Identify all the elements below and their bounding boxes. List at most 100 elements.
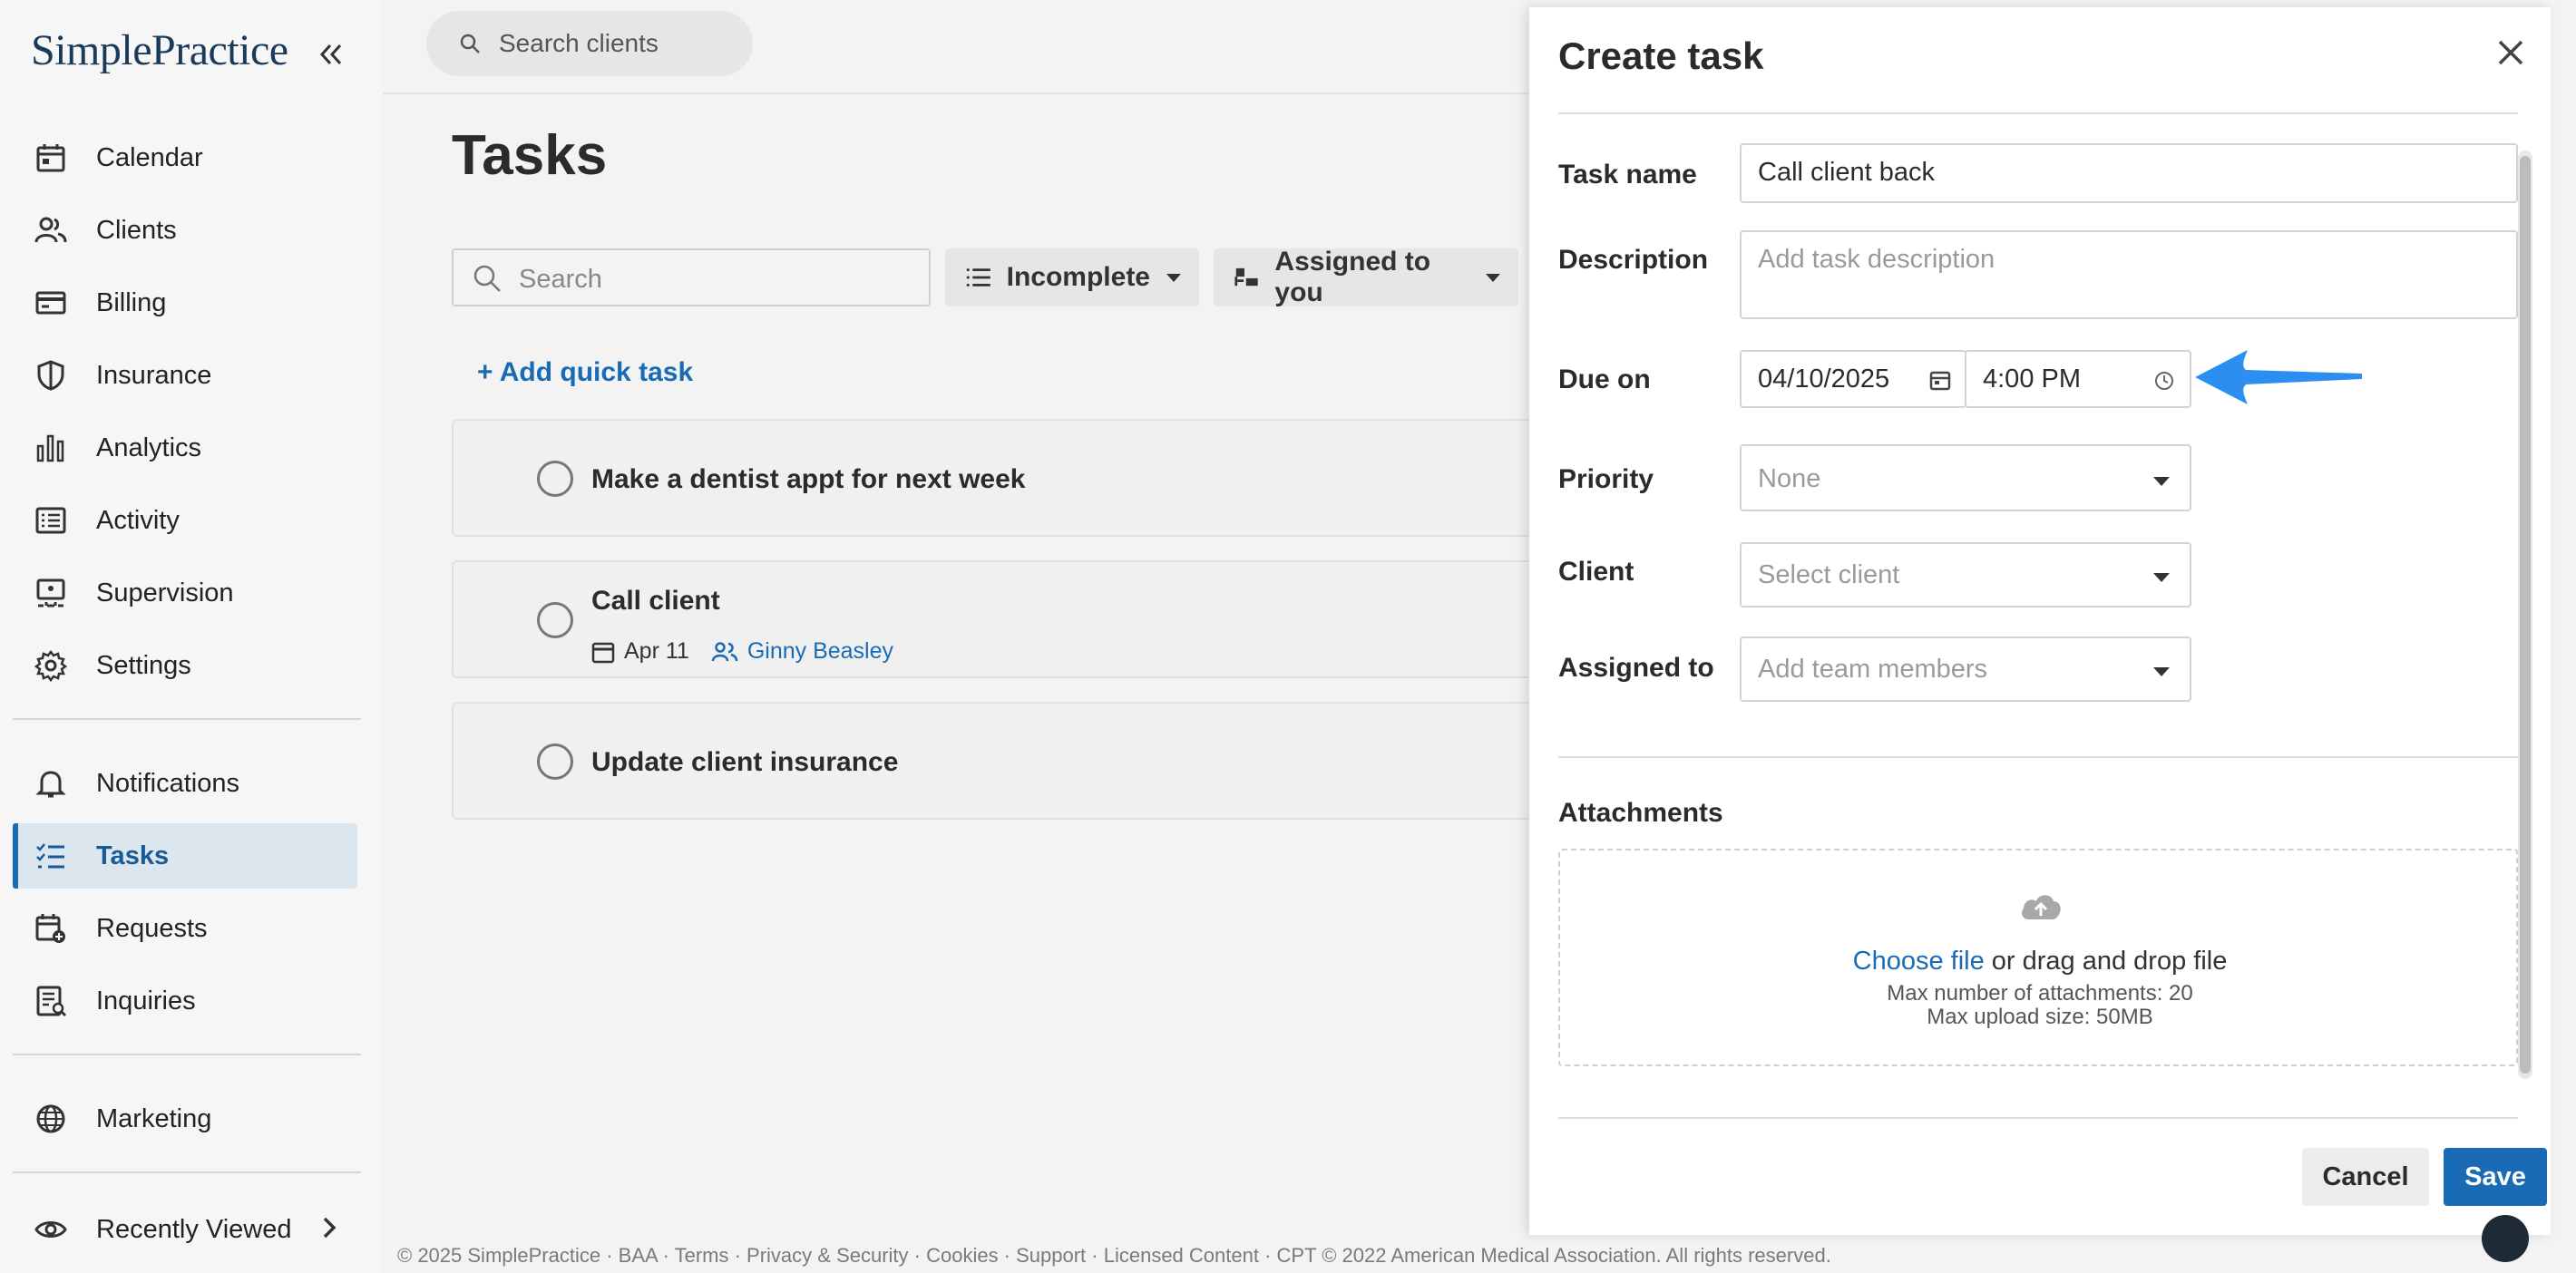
attachments-label: Attachments <box>1558 798 1723 828</box>
collapse-sidebar-icon[interactable] <box>317 36 345 79</box>
sidebar-item-label: Clients <box>96 215 177 245</box>
sidebar-item-requests[interactable]: Requests <box>13 896 357 961</box>
sidebar-item-label: Insurance <box>96 360 212 390</box>
assigned-to-select[interactable]: Add team members <box>1740 636 2191 702</box>
sidebar-item-label: Tasks <box>96 841 170 870</box>
supervision-icon <box>36 578 65 607</box>
sidebar-item-supervision[interactable]: Supervision <box>13 560 357 626</box>
description-label: Description <box>1558 245 1709 275</box>
chevron-down-icon <box>1166 273 1181 282</box>
sidebar-item-label: Marketing <box>96 1103 212 1133</box>
task-client-link[interactable]: Ginny Beasley <box>747 638 893 665</box>
description-textarea[interactable]: Add task description <box>1740 230 2518 319</box>
panel-divider <box>1558 1117 2518 1119</box>
chevron-right-icon[interactable] <box>319 1211 341 1244</box>
assignee-filter-dropdown[interactable]: Assigned to you <box>1214 247 1518 307</box>
cancel-button[interactable]: Cancel <box>2302 1148 2429 1206</box>
task-complete-checkbox[interactable] <box>537 743 573 780</box>
sidebar-item-analytics[interactable]: Analytics <box>13 415 357 481</box>
task-meta: Apr 11 Ginny Beasley <box>591 638 893 665</box>
sidebar-item-settings[interactable]: Settings <box>13 633 357 698</box>
sidebar-item-label: Notifications <box>96 768 239 798</box>
eye-icon <box>34 1221 67 1238</box>
sidebar-item-calendar[interactable]: Calendar <box>13 125 357 190</box>
clock-icon[interactable] <box>2153 370 2175 392</box>
priority-label: Priority <box>1558 464 1654 494</box>
clients-icon <box>711 641 738 661</box>
sidebar-item-insurance[interactable]: Insurance <box>13 343 357 408</box>
app-logo[interactable]: SimplePractice <box>31 25 288 75</box>
panel-divider <box>1558 756 2518 758</box>
attachment-dropzone[interactable]: Choose file or drag and drop file Max nu… <box>1558 849 2518 1066</box>
max-attachments-text: Max number of attachments: 20 <box>1887 981 2193 1006</box>
client-select[interactable]: Select client <box>1740 542 2191 607</box>
sidebar-item-billing[interactable]: Billing <box>13 270 357 335</box>
priority-value: None <box>1758 464 1821 493</box>
save-button[interactable]: Save <box>2444 1148 2547 1206</box>
sidebar-item-activity[interactable]: Activity <box>13 488 357 553</box>
sidebar-item-clients[interactable]: Clients <box>13 198 357 263</box>
globe-icon <box>36 1104 65 1133</box>
panel-scrollbar-thumb[interactable] <box>2520 156 2531 1074</box>
billing-icon <box>35 291 66 315</box>
task-name-value: Call client back <box>1758 158 1936 187</box>
task-search-input[interactable]: Search <box>452 248 931 306</box>
due-date-input[interactable]: 04/10/2025 <box>1740 350 1966 408</box>
activity-icon <box>35 507 66 534</box>
due-time-value: 4:00 PM <box>1983 364 2081 394</box>
search-placeholder: Search clients <box>499 29 659 57</box>
sidebar-item-label: Activity <box>96 505 180 535</box>
close-icon[interactable] <box>2493 34 2529 71</box>
search-icon <box>473 265 501 292</box>
task-row[interactable]: Make a dentist appt for next week <box>452 419 1580 537</box>
gear-icon <box>34 649 67 682</box>
assigned-to-label: Assigned to <box>1558 653 1714 683</box>
sidebar-item-label: Recently Viewed <box>96 1214 292 1244</box>
sidebar-item-notifications[interactable]: Notifications <box>13 751 357 816</box>
sidebar-item-label: Analytics <box>96 432 202 462</box>
status-filter-dropdown[interactable]: Incomplete <box>945 248 1199 306</box>
task-name-label: Task name <box>1558 160 1697 189</box>
chevron-down-icon <box>2153 477 2170 486</box>
add-quick-task-button[interactable]: + Add quick task <box>477 357 693 388</box>
assignee-icon <box>1234 267 1258 287</box>
clients-icon <box>34 217 67 243</box>
sidebar-divider <box>13 1054 361 1055</box>
due-date-value: 04/10/2025 <box>1758 364 1890 394</box>
choose-file-link[interactable]: Choose file <box>1853 947 1985 976</box>
page-title: Tasks <box>452 124 608 187</box>
task-complete-checkbox[interactable] <box>537 602 573 638</box>
task-due-date: Apr 11 <box>624 638 689 664</box>
tasks-icon <box>36 843 64 869</box>
sidebar-item-marketing[interactable]: Marketing <box>13 1086 357 1152</box>
task-name-input[interactable]: Call client back <box>1740 143 2518 203</box>
priority-select[interactable]: None <box>1740 444 2191 511</box>
client-placeholder: Select client <box>1758 560 1900 589</box>
due-time-input[interactable]: 4:00 PM <box>1965 350 2191 408</box>
client-label: Client <box>1558 557 1634 587</box>
task-row[interactable]: Call client Apr 11 Ginny Beasley <box>452 560 1580 678</box>
sidebar-divider <box>13 718 361 720</box>
sidebar-item-tasks[interactable]: Tasks <box>13 823 357 889</box>
create-task-panel: Create task Task name Call client back D… <box>1529 7 2551 1235</box>
calendar-icon <box>36 144 65 172</box>
footer-text: © 2025 SimplePractice · BAA · Terms · Pr… <box>397 1244 1831 1267</box>
assigned-to-placeholder: Add team members <box>1758 655 1988 684</box>
search-icon <box>460 34 480 53</box>
sidebar-item-inquiries[interactable]: Inquiries <box>13 968 357 1034</box>
task-complete-checkbox[interactable] <box>537 461 573 497</box>
chevron-down-icon <box>2153 573 2170 582</box>
avatar[interactable] <box>2482 1215 2529 1262</box>
sidebar-item-label: Requests <box>96 913 208 943</box>
client-search-input[interactable]: Search clients <box>426 11 753 76</box>
calendar-icon[interactable] <box>1928 368 1952 392</box>
list-icon <box>966 268 990 287</box>
task-row[interactable]: Update client insurance <box>452 702 1580 820</box>
cloud-upload-icon <box>2022 895 2061 919</box>
sidebar-item-label: Supervision <box>96 578 234 607</box>
drag-drop-text: or drag and drop file <box>1984 947 2228 976</box>
calendar-icon <box>591 642 615 663</box>
sidebar-item-label: Billing <box>96 287 167 317</box>
task-title: Call client <box>591 586 720 616</box>
sidebar-item-recently-viewed[interactable]: Recently Viewed <box>13 1197 357 1262</box>
